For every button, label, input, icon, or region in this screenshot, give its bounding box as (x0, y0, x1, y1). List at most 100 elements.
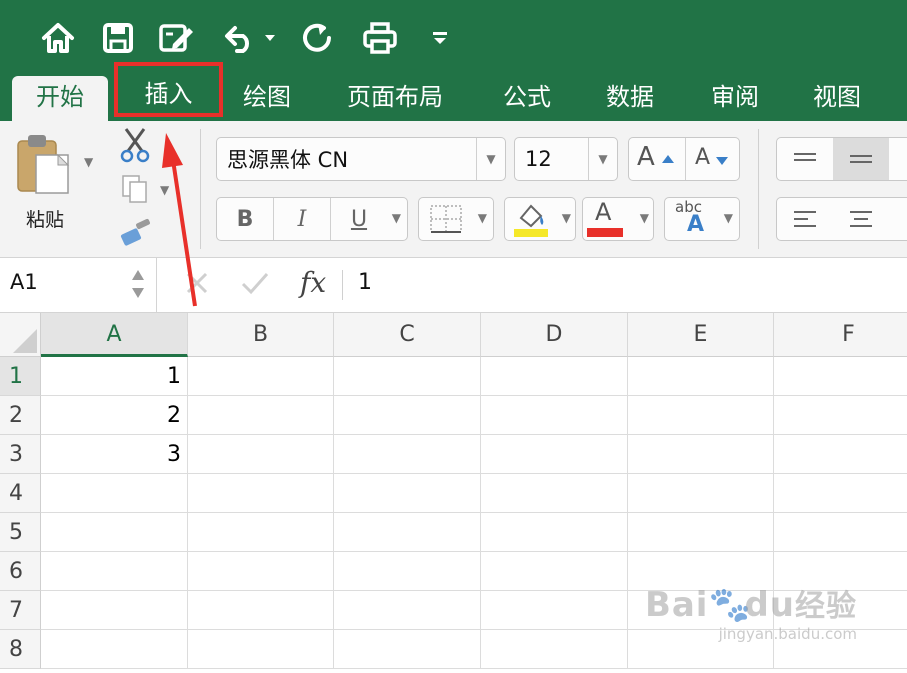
cell-f1[interactable] (774, 357, 907, 396)
insert-function-button[interactable]: fx (300, 266, 326, 299)
tab-insert[interactable]: 插入 (114, 62, 223, 117)
cell-d6[interactable] (481, 552, 628, 591)
cell-e3[interactable] (628, 435, 774, 474)
cell-a1[interactable]: 1 (41, 357, 188, 396)
cell-b7[interactable] (188, 591, 334, 630)
cell-e1[interactable] (628, 357, 774, 396)
cell-b8[interactable] (188, 630, 334, 669)
cell-d2[interactable] (481, 396, 628, 435)
tab-view[interactable]: 视图 (792, 76, 882, 121)
cell-a6[interactable] (41, 552, 188, 591)
cell-d3[interactable] (481, 435, 628, 474)
cell-c7[interactable] (334, 591, 481, 630)
cell-b6[interactable] (188, 552, 334, 591)
cell-d8[interactable] (481, 630, 628, 669)
font-size-dropdown-icon[interactable]: ▼ (588, 138, 617, 180)
column-header-f[interactable]: F (774, 313, 907, 357)
font-color-dropdown-icon[interactable]: ▼ (640, 211, 649, 225)
row-header-8[interactable]: 8 (0, 630, 41, 669)
row-header-2[interactable]: 2 (0, 396, 41, 435)
underline-button[interactable]: U (331, 207, 387, 232)
copy-icon[interactable] (120, 173, 152, 209)
edit-document-icon[interactable] (157, 18, 197, 58)
cell-c5[interactable] (334, 513, 481, 552)
print-icon[interactable] (360, 18, 400, 58)
column-header-a[interactable]: A (41, 313, 188, 357)
cell-b2[interactable] (188, 396, 334, 435)
column-header-b[interactable]: B (188, 313, 334, 357)
paste-button[interactable] (14, 131, 84, 201)
phonetic-dropdown-icon[interactable]: ▼ (724, 211, 733, 225)
undo-dropdown-icon[interactable] (258, 18, 282, 58)
font-color-button[interactable]: A ▼ (582, 197, 654, 241)
cell-a8[interactable] (41, 630, 188, 669)
cell-c1[interactable] (334, 357, 481, 396)
tab-formulas[interactable]: 公式 (482, 76, 572, 121)
customize-toolbar-icon[interactable] (420, 18, 460, 58)
cell-f4[interactable] (774, 474, 907, 513)
select-all-button[interactable] (0, 313, 41, 357)
decrease-font-button[interactable]: A (695, 145, 710, 170)
underline-dropdown-icon[interactable]: ▼ (392, 211, 401, 225)
cell-a3[interactable]: 3 (41, 435, 188, 474)
cell-f2[interactable] (774, 396, 907, 435)
row-header-5[interactable]: 5 (0, 513, 41, 552)
tab-page-layout[interactable]: 页面布局 (330, 76, 460, 121)
format-painter-icon[interactable] (118, 217, 154, 251)
cell-c3[interactable] (334, 435, 481, 474)
cell-b1[interactable] (188, 357, 334, 396)
cell-c4[interactable] (334, 474, 481, 513)
row-header-4[interactable]: 4 (0, 474, 41, 513)
cell-d1[interactable] (481, 357, 628, 396)
cell-e2[interactable] (628, 396, 774, 435)
cell-e4[interactable] (628, 474, 774, 513)
cell-f3[interactable] (774, 435, 907, 474)
confirm-icon[interactable] (240, 270, 270, 300)
font-name-dropdown-icon[interactable]: ▼ (476, 138, 505, 180)
align-center-icon[interactable] (833, 198, 889, 240)
formula-input[interactable]: 1 (358, 270, 372, 295)
fill-color-dropdown-icon[interactable]: ▼ (562, 211, 571, 225)
column-header-d[interactable]: D (481, 313, 628, 357)
row-header-7[interactable]: 7 (0, 591, 41, 630)
row-header-3[interactable]: 3 (0, 435, 41, 474)
cell-f5[interactable] (774, 513, 907, 552)
bold-button[interactable]: B (217, 207, 273, 232)
undo-icon[interactable] (220, 18, 260, 58)
paste-dropdown-icon[interactable]: ▼ (84, 155, 93, 169)
cell-a4[interactable] (41, 474, 188, 513)
cell-b4[interactable] (188, 474, 334, 513)
cell-d4[interactable] (481, 474, 628, 513)
row-header-1[interactable]: 1 (0, 357, 41, 396)
cell-a7[interactable] (41, 591, 188, 630)
cell-d7[interactable] (481, 591, 628, 630)
cell-c6[interactable] (334, 552, 481, 591)
row-header-6[interactable]: 6 (0, 552, 41, 591)
align-top-icon[interactable] (777, 138, 833, 180)
align-left-icon[interactable] (777, 198, 833, 240)
tab-data[interactable]: 数据 (585, 76, 675, 121)
home-icon[interactable] (38, 18, 78, 58)
fill-color-button[interactable]: ▼ (504, 197, 576, 241)
italic-button[interactable]: I (274, 207, 330, 232)
cut-icon[interactable] (118, 127, 152, 167)
name-box-stepper-icon[interactable] (130, 266, 146, 302)
cell-d5[interactable] (481, 513, 628, 552)
borders-button[interactable]: ▼ (418, 197, 494, 241)
column-header-c[interactable]: C (334, 313, 481, 357)
save-icon[interactable] (98, 18, 138, 58)
borders-dropdown-icon[interactable]: ▼ (478, 211, 487, 225)
tab-review[interactable]: 审阅 (690, 76, 780, 121)
font-name-box[interactable]: 思源黑体 CN ▼ (216, 137, 506, 181)
align-middle-icon[interactable] (833, 138, 889, 180)
cancel-icon[interactable] (184, 270, 210, 300)
cell-a2[interactable]: 2 (41, 396, 188, 435)
cell-c8[interactable] (334, 630, 481, 669)
tab-home[interactable]: 开始 (12, 76, 108, 121)
cell-b5[interactable] (188, 513, 334, 552)
phonetic-button[interactable]: abc A ▼ (664, 197, 740, 241)
cell-c2[interactable] (334, 396, 481, 435)
font-size-box[interactable]: 12 ▼ (514, 137, 618, 181)
tab-draw[interactable]: 绘图 (222, 76, 312, 121)
cell-e5[interactable] (628, 513, 774, 552)
